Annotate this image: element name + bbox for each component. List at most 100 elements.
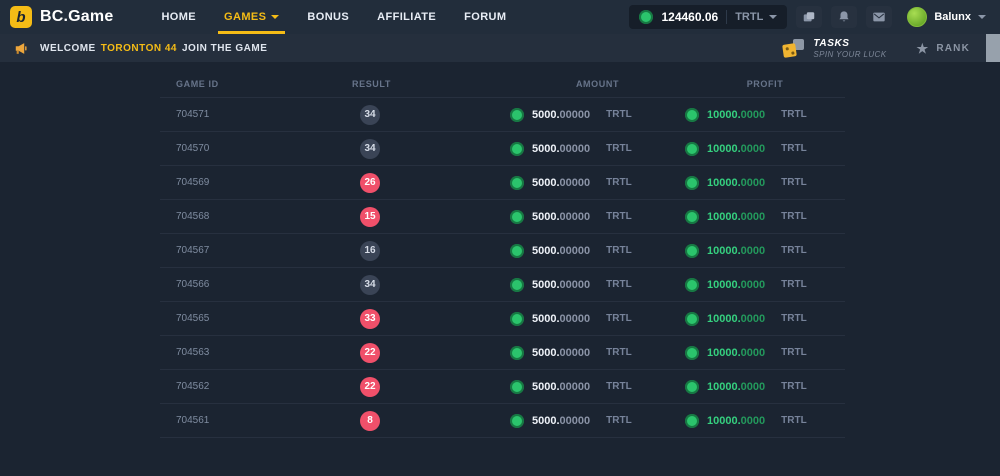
amount-value: 5000.00000 (532, 245, 590, 257)
game-id-cell: 704571 (160, 109, 350, 120)
profit-value: 10000.0000 (707, 177, 765, 189)
amount-currency: TRTL (606, 245, 632, 256)
result-badge: 22 (360, 377, 380, 397)
amount-currency: TRTL (606, 211, 632, 222)
amount-currency: TRTL (606, 347, 632, 358)
notifications-button[interactable] (831, 6, 857, 28)
result-cell: 33 (350, 308, 510, 329)
tasks-widget[interactable]: TASKS SPIN YOUR LUCK (783, 38, 886, 59)
announcement-bar: WELCOME TORONTON 44 JOIN THE GAME TASKS … (0, 34, 1000, 62)
welcome-message: WELCOME TORONTON 44 JOIN THE GAME (40, 43, 267, 54)
result-cell: 16 (350, 240, 510, 261)
nav-item-games[interactable]: GAMES (210, 0, 293, 34)
profit-cell: 10000.0000 TRTL (685, 312, 845, 326)
table-row[interactable]: 704565 33 5000.00000 TRTL 10000.0000 TRT… (160, 302, 845, 336)
profit-value: 10000.0000 (707, 143, 765, 155)
table-row[interactable]: 704562 22 5000.00000 TRTL 10000.0000 TRT… (160, 370, 845, 404)
nav-item-forum[interactable]: FORUM (450, 0, 520, 34)
header-game-id: GAME ID (160, 79, 350, 89)
nav-item-bonus[interactable]: BONUS (293, 0, 363, 34)
tasks-title: TASKS (813, 38, 886, 49)
table-row[interactable]: 704568 15 5000.00000 TRTL 10000.0000 TRT… (160, 200, 845, 234)
rank-button[interactable]: ★ RANK (916, 42, 970, 55)
trtl-coin-icon (510, 176, 524, 190)
amount-value: 5000.00000 (532, 279, 590, 291)
amount-currency: TRTL (606, 313, 632, 324)
table-row[interactable]: 704563 22 5000.00000 TRTL 10000.0000 TRT… (160, 336, 845, 370)
dice-icon (783, 39, 804, 57)
divider (726, 10, 727, 24)
amount-value: 5000.00000 (532, 109, 590, 121)
table-row[interactable]: 704570 34 5000.00000 TRTL 10000.0000 TRT… (160, 132, 845, 166)
profit-currency: TRTL (781, 415, 807, 426)
announcement: WELCOME TORONTON 44 JOIN THE GAME (14, 42, 267, 55)
announcement-bar-right: TASKS SPIN YOUR LUCK ★ RANK (783, 38, 1000, 59)
amount-value: 5000.00000 (532, 143, 590, 155)
result-cell: 26 (350, 172, 510, 193)
profit-value: 10000.0000 (707, 347, 765, 359)
logo-icon: b (10, 6, 32, 28)
table-row[interactable]: 704567 16 5000.00000 TRTL 10000.0000 TRT… (160, 234, 845, 268)
result-cell: 34 (350, 274, 510, 295)
chevron-down-icon (978, 15, 986, 19)
currency-selector[interactable]: TRTL (735, 11, 777, 23)
game-id-cell: 704566 (160, 279, 350, 290)
nav-item-affiliate[interactable]: AFFILIATE (363, 0, 450, 34)
amount-currency: TRTL (606, 279, 632, 290)
tasks-subtitle: SPIN YOUR LUCK (813, 50, 886, 59)
result-badge: 33 (360, 309, 380, 329)
profit-currency: TRTL (781, 211, 807, 222)
profit-cell: 10000.0000 TRTL (685, 278, 845, 292)
profit-cell: 10000.0000 TRTL (685, 380, 845, 394)
logo[interactable]: b BC.Game (10, 6, 113, 28)
game-id-cell: 704562 (160, 381, 350, 392)
amount-cell: 5000.00000 TRTL (510, 176, 685, 190)
amount-cell: 5000.00000 TRTL (510, 380, 685, 394)
amount-cell: 5000.00000 TRTL (510, 278, 685, 292)
profit-value: 10000.0000 (707, 211, 765, 223)
balance-widget[interactable]: 124460.06 TRTL (629, 5, 787, 29)
bets-table: GAME ID RESULT AMOUNT PROFIT 704571 34 5… (160, 70, 845, 438)
chevron-down-icon (271, 15, 279, 19)
messages-button[interactable] (866, 6, 892, 28)
username: Balunx (934, 11, 971, 23)
table-row[interactable]: 704571 34 5000.00000 TRTL 10000.0000 TRT… (160, 98, 845, 132)
wallet-icon (802, 10, 816, 24)
profit-currency: TRTL (781, 177, 807, 188)
game-id-cell: 704570 (160, 143, 350, 154)
amount-cell: 5000.00000 TRTL (510, 312, 685, 326)
amount-cell: 5000.00000 TRTL (510, 244, 685, 258)
trtl-coin-icon (510, 346, 524, 360)
profit-value: 10000.0000 (707, 245, 765, 257)
avatar (907, 7, 927, 27)
amount-cell: 5000.00000 TRTL (510, 210, 685, 224)
wallet-button[interactable] (796, 6, 822, 28)
profit-value: 10000.0000 (707, 109, 765, 121)
trtl-coin-icon (510, 278, 524, 292)
side-panel-handle[interactable] (986, 34, 1000, 62)
trtl-coin-icon (510, 108, 524, 122)
trtl-coin-icon (685, 176, 699, 190)
result-badge: 16 (360, 241, 380, 261)
table-row[interactable]: 704569 26 5000.00000 TRTL 10000.0000 TRT… (160, 166, 845, 200)
amount-value: 5000.00000 (532, 313, 590, 325)
result-cell: 34 (350, 104, 510, 125)
table-header: GAME ID RESULT AMOUNT PROFIT (160, 70, 845, 98)
table-row[interactable]: 704566 34 5000.00000 TRTL 10000.0000 TRT… (160, 268, 845, 302)
game-id-cell: 704561 (160, 415, 350, 426)
trtl-coin-icon (685, 278, 699, 292)
user-menu[interactable]: Balunx (907, 7, 986, 27)
result-cell: 22 (350, 376, 510, 397)
profit-cell: 10000.0000 TRTL (685, 414, 845, 428)
profit-currency: TRTL (781, 143, 807, 154)
amount-cell: 5000.00000 TRTL (510, 142, 685, 156)
trtl-coin-icon (685, 380, 699, 394)
amount-currency: TRTL (606, 109, 632, 120)
profit-cell: 10000.0000 TRTL (685, 244, 845, 258)
table-row[interactable]: 704561 8 5000.00000 TRTL 10000.0000 TRTL (160, 404, 845, 438)
game-id-cell: 704565 (160, 313, 350, 324)
nav-item-home[interactable]: HOME (147, 0, 210, 34)
amount-cell: 5000.00000 TRTL (510, 346, 685, 360)
bell-icon (837, 10, 851, 24)
amount-value: 5000.00000 (532, 381, 590, 393)
